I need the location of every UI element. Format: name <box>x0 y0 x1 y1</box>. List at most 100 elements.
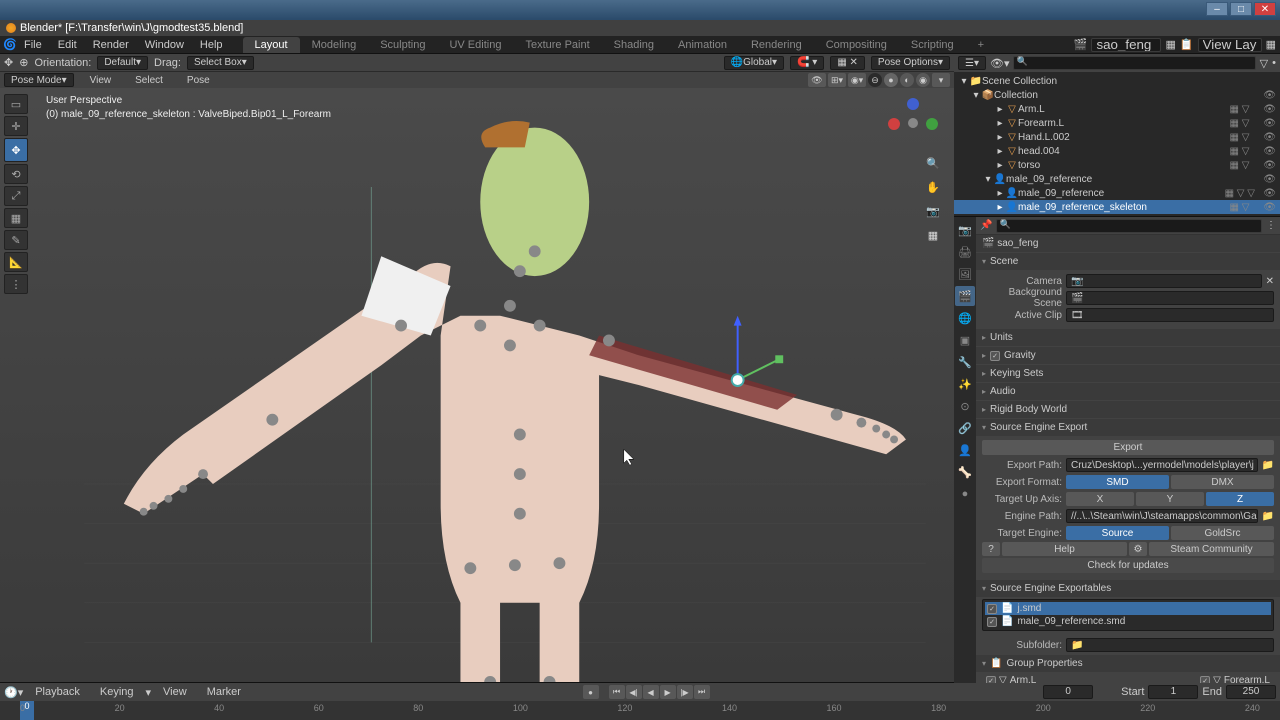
panel-exportables[interactable]: Source Engine Exportables <box>976 580 1280 597</box>
export-button[interactable]: Export <box>982 440 1274 455</box>
start-frame[interactable]: 1 <box>1148 685 1198 699</box>
timeline-marker[interactable]: Marker <box>199 684 249 700</box>
prop-pin-icon[interactable]: 📌 <box>980 220 992 231</box>
axis-y-icon[interactable] <box>926 118 938 130</box>
gizmo-toggle[interactable]: ⊞▾ <box>828 73 846 87</box>
tab-add[interactable]: + <box>966 37 996 53</box>
zoom-icon[interactable]: 🔍 <box>924 154 942 172</box>
steam-button[interactable]: Steam Community <box>1149 542 1274 556</box>
exportables-list[interactable]: ✓📄j.smd ✓📄male_09_reference.smd <box>982 599 1274 631</box>
measure-tool[interactable]: 📐 <box>4 252 28 272</box>
proptab-data[interactable]: 👤 <box>955 440 975 460</box>
mode-dropdown[interactable]: Pose Mode ▾ <box>4 73 74 87</box>
menu-file[interactable]: File <box>16 37 50 53</box>
panel-keying[interactable]: Keying Sets <box>976 365 1280 382</box>
help-button[interactable]: Help <box>1002 542 1127 556</box>
proptab-world[interactable]: 🌐 <box>955 308 975 328</box>
filter-icon[interactable]: ▦ ✕ <box>830 56 865 70</box>
select-menu[interactable]: Select <box>127 73 171 88</box>
proptab-render[interactable]: 📷 <box>955 220 975 240</box>
move-tool-icon[interactable]: ⊕ <box>19 56 28 69</box>
menu-render[interactable]: Render <box>85 37 137 53</box>
steam-icon[interactable]: ⚙ <box>1129 542 1147 556</box>
play[interactable]: ▶ <box>660 685 676 699</box>
axis-x-button[interactable]: X <box>1066 492 1134 506</box>
camera-field[interactable]: 📷 <box>1066 274 1262 288</box>
prop-options-icon[interactable]: ⋮ <box>1266 220 1276 231</box>
proptab-constraint[interactable]: 🔗 <box>955 418 975 438</box>
browse-icon[interactable]: 📁 <box>1262 511 1274 522</box>
cursor-tool[interactable]: ✛ <box>4 116 28 136</box>
proptab-physics[interactable]: ⊙ <box>955 396 975 416</box>
outliner-tree[interactable]: ▾📁Scene Collection ▾📦Collection👁 ▸▽Arm.L… <box>954 72 1280 216</box>
perspective-toggle-icon[interactable]: ▦ <box>924 226 942 244</box>
viewlayer-input[interactable] <box>1198 38 1262 52</box>
snap-toggle[interactable]: 🧲 ▾ <box>790 56 824 70</box>
shading-solid[interactable]: ● <box>884 73 898 87</box>
annotate-tool[interactable]: ✎ <box>4 230 28 250</box>
activeclip-field[interactable]: 🎞 <box>1066 308 1274 322</box>
browse-icon[interactable]: 📁 <box>1262 460 1274 471</box>
panel-sourceexport[interactable]: Source Engine Export <box>976 419 1280 436</box>
engine-source-button[interactable]: Source <box>1066 526 1169 540</box>
pose-options[interactable]: Pose Options ▾ <box>871 56 950 70</box>
timeline-track[interactable]: 0 02040 6080100 120140160 180200220 240 <box>0 701 1280 720</box>
outliner-search[interactable] <box>1013 56 1255 70</box>
panel-gravity[interactable]: ✓Gravity <box>976 347 1280 364</box>
scale-tool[interactable]: ⤢ <box>4 186 28 206</box>
jump-start[interactable]: ⏮ <box>609 685 625 699</box>
gravity-checkbox[interactable]: ✓ <box>990 351 1000 361</box>
pan-icon[interactable]: ✋ <box>924 178 942 196</box>
engine-path-field[interactable]: //..\..\Steam\win\J\steamapps\common\Gar… <box>1066 509 1258 523</box>
axis-y-button[interactable]: Y <box>1136 492 1204 506</box>
menu-help[interactable]: Help <box>192 37 231 53</box>
timeline-view[interactable]: View <box>155 684 195 700</box>
tab-shading[interactable]: Shading <box>602 37 666 53</box>
tab-uvediting[interactable]: UV Editing <box>437 37 513 53</box>
outliner-display-icon[interactable]: 👁▾ <box>990 57 1010 70</box>
view-menu[interactable]: View <box>82 73 120 88</box>
tab-layout[interactable]: Layout <box>243 37 300 53</box>
timeline-keying[interactable]: Keying <box>92 684 142 700</box>
panel-units[interactable]: Units <box>976 329 1280 346</box>
tab-scripting[interactable]: Scripting <box>899 37 966 53</box>
viewlayer-new-icon[interactable]: ▦ <box>1266 38 1276 51</box>
navigation-gizmo[interactable] <box>888 98 938 148</box>
outliner-filter-icon[interactable]: ▽ <box>1260 57 1268 70</box>
timeline-playback[interactable]: Playback <box>27 684 88 700</box>
orientation-dropdown[interactable]: Default ▾ <box>97 56 148 70</box>
fmt-smd-button[interactable]: SMD <box>1066 475 1169 489</box>
tab-modeling[interactable]: Modeling <box>300 37 369 53</box>
panel-audio[interactable]: Audio <box>976 383 1280 400</box>
group-properties-header[interactable]: 📋 Group Properties <box>976 655 1280 672</box>
properties-search[interactable] <box>996 219 1262 233</box>
shading-wireframe[interactable]: ⊖ <box>868 73 882 87</box>
shading-dropdown[interactable]: ▾ <box>932 73 950 87</box>
axis-x-icon[interactable] <box>888 118 900 130</box>
overlay-dropdown[interactable]: ◉▾ <box>848 73 866 87</box>
drag-dropdown[interactable]: Select Box ▾ <box>187 56 254 70</box>
close-button[interactable]: ✕ <box>1254 2 1276 16</box>
transform-tool[interactable]: ▦ <box>4 208 28 228</box>
proptab-particle[interactable]: ✨ <box>955 374 975 394</box>
bgscene-field[interactable]: 🎬 <box>1066 291 1274 305</box>
proptab-scene[interactable]: 🎬 <box>955 286 975 306</box>
3d-viewport[interactable]: User Perspective (0) male_09_reference_s… <box>0 88 954 682</box>
proptab-modifier[interactable]: 🔧 <box>955 352 975 372</box>
select-box-tool[interactable]: ▭ <box>4 94 28 114</box>
play-reverse[interactable]: ◀ <box>643 685 659 699</box>
fmt-dmx-button[interactable]: DMX <box>1171 475 1274 489</box>
proptab-bone[interactable]: 🦴 <box>955 462 975 482</box>
tab-sculpting[interactable]: Sculpting <box>368 37 437 53</box>
panel-rigidbody[interactable]: Rigid Body World <box>976 401 1280 418</box>
tab-texturepaint[interactable]: Texture Paint <box>513 37 601 53</box>
outliner-new-icon[interactable]: • <box>1272 57 1276 69</box>
updates-button[interactable]: Check for updates <box>982 558 1274 573</box>
shading-rendered[interactable]: ◉ <box>916 73 930 87</box>
cursor-tool-icon[interactable]: ✥ <box>4 56 13 69</box>
help-icon[interactable]: ? <box>982 542 1000 556</box>
rotate-tool[interactable]: ⟲ <box>4 164 28 184</box>
tab-rendering[interactable]: Rendering <box>739 37 814 53</box>
proptab-viewlayer[interactable]: 🖼 <box>955 264 975 284</box>
engine-goldsrc-button[interactable]: GoldSrc <box>1171 526 1274 540</box>
